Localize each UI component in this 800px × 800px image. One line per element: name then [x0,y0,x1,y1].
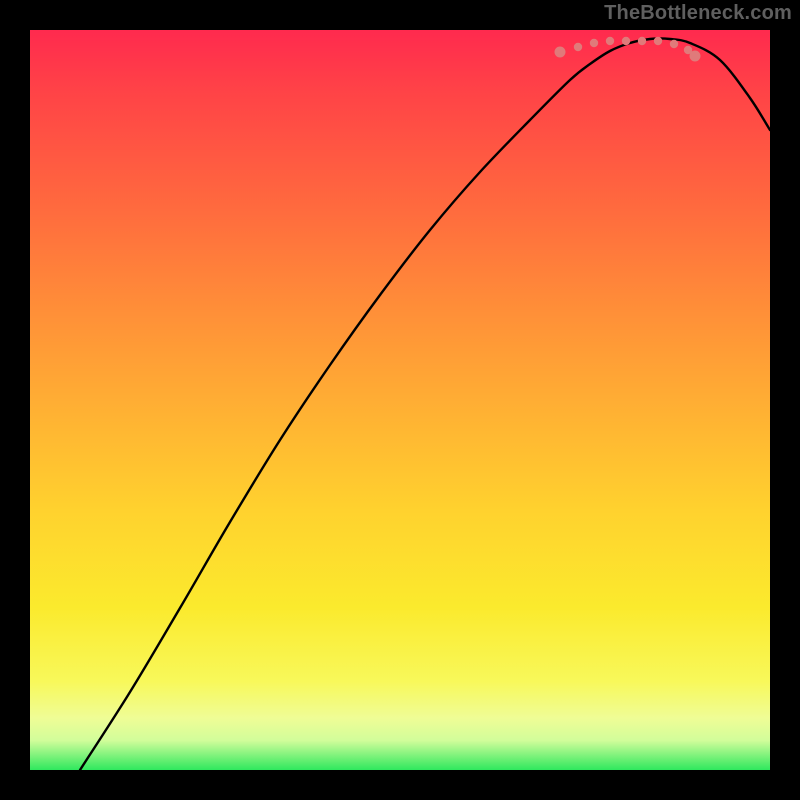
watermark-text: TheBottleneck.com [604,2,792,25]
marker-dot [622,37,630,45]
marker-dot [574,43,582,51]
marker-dot [670,40,678,48]
marker-dot [590,39,598,47]
curve-overlay [30,30,770,770]
bottleneck-curve [80,38,770,770]
chart-frame: TheBottleneck.com [0,0,800,800]
marker-dot [606,37,614,45]
marker-dot [690,51,701,62]
plot-area [30,30,770,770]
marker-dot [638,37,646,45]
marker-dot [654,37,662,45]
marker-dot [555,47,566,58]
